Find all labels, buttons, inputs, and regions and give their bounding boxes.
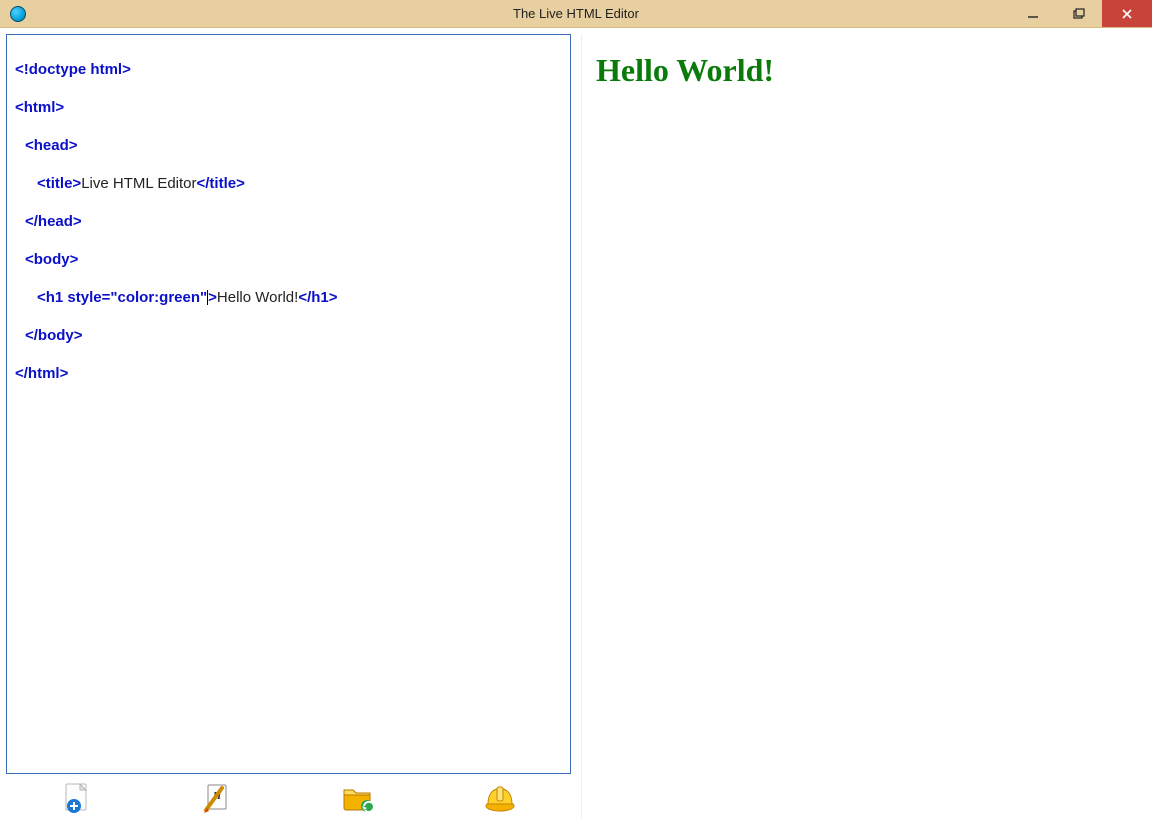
workspace: <!doctype html> <html> <head> <title>Liv…	[0, 28, 1152, 824]
code-token: <title>	[37, 175, 81, 192]
build-button[interactable]	[484, 781, 516, 815]
new-file-icon	[61, 782, 91, 814]
code-text: Live HTML Editor	[81, 175, 196, 192]
edit-html-icon: H	[202, 782, 232, 814]
open-folder-button[interactable]	[342, 781, 374, 815]
close-button[interactable]	[1102, 0, 1152, 27]
code-token: </html>	[15, 365, 68, 382]
left-column: <!doctype html> <html> <head> <title>Liv…	[6, 34, 571, 818]
code-token: <body>	[25, 251, 78, 268]
code-token: </head>	[25, 213, 82, 230]
app-icon	[10, 6, 26, 22]
window-title: The Live HTML Editor	[0, 6, 1152, 21]
code-token: <h1 style="color:green"	[37, 289, 207, 306]
code-token: </h1>	[298, 289, 337, 306]
editor-toolbar: H	[6, 774, 571, 818]
minimize-button[interactable]	[1010, 0, 1056, 27]
code-token: <html>	[15, 99, 64, 116]
edit-html-button[interactable]: H	[202, 781, 233, 815]
maximize-button[interactable]	[1056, 0, 1102, 27]
open-folder-icon	[342, 783, 374, 813]
code-token: <head>	[25, 137, 78, 154]
code-token: <!doctype html>	[15, 61, 131, 78]
code-editor[interactable]: <!doctype html> <html> <head> <title>Liv…	[6, 34, 571, 774]
code-token: </body>	[25, 327, 83, 344]
text-cursor	[207, 290, 208, 305]
code-token: >	[208, 289, 217, 306]
window-titlebar: The Live HTML Editor	[0, 0, 1152, 28]
preview-pane: Hello World!	[581, 34, 1146, 818]
hardhat-icon	[484, 784, 516, 812]
preview-heading: Hello World!	[596, 52, 1132, 89]
new-file-button[interactable]	[61, 781, 92, 815]
window-controls	[1010, 0, 1152, 27]
code-text: Hello World!	[217, 289, 298, 306]
preview-body: Hello World!	[582, 34, 1146, 107]
code-token: </title>	[197, 175, 245, 192]
